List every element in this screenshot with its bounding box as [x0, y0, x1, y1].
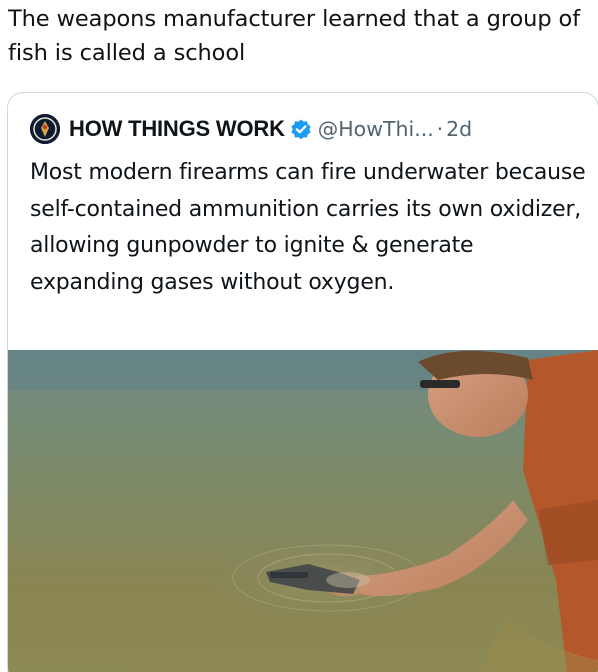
avatar[interactable]	[30, 114, 60, 144]
quoted-timestamp[interactable]: 2d	[446, 117, 472, 141]
quoted-post-header: HOW THINGS WORK @HowThi... · 2d	[30, 111, 472, 147]
header-separator: ·	[436, 117, 444, 141]
quoted-handle[interactable]: @HowThi...	[318, 117, 434, 141]
verified-badge-icon	[291, 119, 311, 140]
quoted-display-name[interactable]: HOW THINGS WORK	[69, 116, 285, 142]
post-container: The weapons manufacturer learned that a …	[0, 0, 598, 672]
media-image	[8, 350, 598, 672]
post-caption: The weapons manufacturer learned that a …	[8, 6, 581, 66]
globe-emblem-icon	[30, 114, 60, 144]
quoted-post-card[interactable]: HOW THINGS WORK @HowThi... · 2d Most mod…	[7, 92, 598, 672]
quoted-post-text: Most modern firearms can fire underwater…	[30, 160, 586, 295]
quoted-post-media[interactable]	[8, 350, 598, 672]
